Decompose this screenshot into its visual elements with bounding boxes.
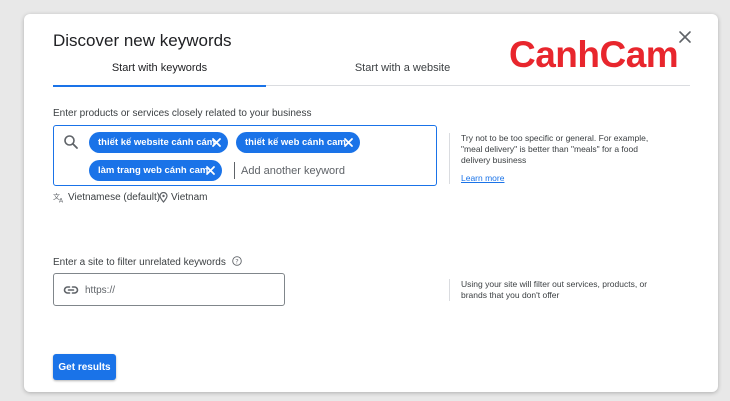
keywords-label: Enter products or services closely relat… (53, 108, 312, 119)
discover-keywords-dialog: Discover new keywords CanhCam Start with… (24, 14, 718, 392)
dialog-title: Discover new keywords (53, 31, 232, 50)
add-keyword-input[interactable] (234, 162, 424, 179)
close-icon[interactable] (676, 28, 694, 46)
location-selector[interactable]: Vietnam (159, 192, 208, 203)
svg-text:A: A (59, 198, 64, 204)
site-hint: Using your site will filter out services… (449, 279, 669, 301)
site-url-box[interactable] (53, 273, 285, 306)
keyword-chip: thiết kế web cánh cam (236, 132, 360, 153)
translate-icon: 文 A (53, 192, 64, 204)
link-icon (63, 286, 79, 294)
site-hint-text: Using your site will filter out services… (461, 279, 648, 300)
keywords-hint: Try not to be too specific or general. F… (449, 133, 664, 184)
keyword-chip-label: thiết kế website cánh cám (98, 137, 216, 148)
site-url-input[interactable] (85, 282, 275, 299)
remove-chip-icon[interactable] (343, 137, 354, 148)
svg-text:?: ? (235, 258, 238, 266)
keyword-chip-label: làm trang web cánh cam (98, 165, 209, 176)
language-label: Vietnamese (default) (68, 192, 161, 203)
help-icon[interactable]: ? (231, 256, 242, 266)
language-selector[interactable]: 文 A Vietnamese (default) (53, 192, 160, 203)
keyword-chip: thiết kế website cánh cám (89, 132, 228, 153)
search-icon (64, 135, 78, 149)
location-pin-icon (159, 192, 168, 203)
site-filter-label: Enter a site to filter unrelated keyword… (53, 256, 242, 268)
tab-bar: Start with keywords Start with a website (53, 58, 690, 87)
remove-chip-icon[interactable] (211, 137, 222, 148)
tab-start-with-website[interactable]: Start with a website (296, 58, 509, 86)
get-results-button[interactable]: Get results (53, 354, 116, 380)
keyword-chip: làm trang web cánh cam (89, 160, 222, 181)
location-label: Vietnam (171, 192, 208, 203)
keyword-input-box[interactable]: thiết kế website cánh cám thiết kế web c… (53, 125, 437, 186)
learn-more-link[interactable]: Learn more (461, 173, 504, 184)
keywords-hint-text: Try not to be too specific or general. F… (461, 133, 649, 165)
remove-chip-icon[interactable] (205, 165, 216, 176)
site-filter-label-text: Enter a site to filter unrelated keyword… (53, 257, 226, 268)
keyword-chip-label: thiết kế web cánh cam (245, 137, 346, 148)
tab-start-with-keywords[interactable]: Start with keywords (53, 58, 266, 87)
